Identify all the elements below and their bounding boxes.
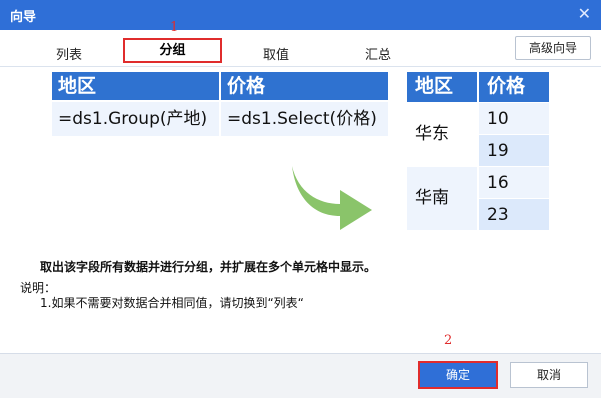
- result-value: 23: [479, 199, 549, 230]
- result-header-price: 价格: [479, 72, 549, 102]
- tab-group[interactable]: 分组: [123, 38, 222, 63]
- source-formula-price: =ds1.Select(价格): [221, 102, 388, 136]
- tab-summary[interactable]: 汇总: [365, 44, 391, 63]
- source-header-region: 地区: [52, 72, 219, 100]
- annotation-2: 2: [444, 333, 453, 348]
- tab-divider: [0, 66, 601, 67]
- tab-value[interactable]: 取值: [263, 44, 289, 63]
- advanced-wizard-button[interactable]: 高级向导: [515, 36, 591, 60]
- annotation-1: 1: [170, 20, 179, 35]
- transform-arrow-icon: [292, 166, 372, 230]
- tab-list[interactable]: 列表: [56, 44, 82, 63]
- result-header-region: 地区: [407, 72, 477, 102]
- dialog-titlebar: 向导 ✕: [0, 0, 601, 30]
- description-main: 取出该字段所有数据并进行分组，并扩展在多个单元格中显示。: [40, 260, 377, 274]
- dialog-title: 向导: [10, 10, 37, 25]
- source-formula-region: =ds1.Group(产地): [52, 102, 219, 136]
- ok-button[interactable]: 确定: [418, 361, 498, 389]
- result-region-east: 华东: [407, 103, 477, 166]
- result-value: 16: [479, 167, 549, 198]
- cancel-button[interactable]: 取消: [510, 362, 588, 388]
- source-header-price: 价格: [221, 72, 388, 100]
- note-item: 1.如果不需要对数据合并相同值，请切换到“列表“: [40, 296, 304, 310]
- result-value: 10: [479, 103, 549, 134]
- close-icon[interactable]: ✕: [578, 4, 591, 23]
- result-value: 19: [479, 135, 549, 166]
- result-region-south: 华南: [407, 167, 477, 230]
